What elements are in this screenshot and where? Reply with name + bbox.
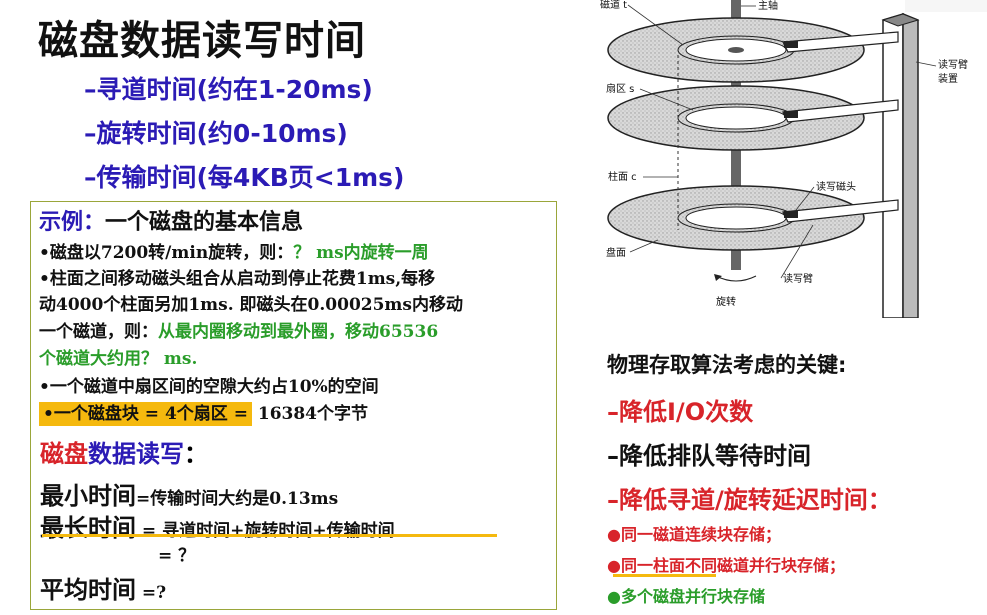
slide-corner-decoration (905, 0, 987, 12)
example-line-track: 一个磁道，则：从最内圈移动到最外圈，移动65536 (39, 322, 439, 342)
disk-structure-diagram: 磁道 t 主轴 扇区 s 读写臂 装置 柱面 c 读写磁头 盘面 读写臂 旋转 (600, 0, 968, 318)
key-item-queue: –降低排队等待时间 (607, 442, 811, 470)
key-considerations-heading: 物理存取算法考虑的关键: (607, 353, 847, 377)
max-time-line: 最长时间 = 寻道时间+旋转时间+传输时间 (40, 514, 395, 542)
key-item-io: –降低I/O次数 (607, 398, 754, 426)
max-time-eq: = ？ (158, 546, 196, 566)
seek-time-item: –寻道时间(约在1-20ms) (84, 75, 373, 104)
cylinder-underline (613, 574, 716, 577)
block-highlight: •一个磁盘块 = 4个扇区 = (39, 402, 252, 426)
svg-text:装置: 装置 (938, 72, 958, 85)
bullet-multi-disk: ●多个磁盘并行块存储 (607, 587, 765, 606)
svg-text:读写臂: 读写臂 (938, 58, 968, 71)
svg-text:盘面: 盘面 (606, 246, 626, 259)
transfer-time-item: –传输时间(每4KB页<1ms) (84, 163, 405, 192)
bullet-same-cylinder: ●同一柱面不同磁道并行块存储； (607, 556, 845, 575)
svg-text:旋转: 旋转 (716, 295, 736, 308)
svg-text:扇区 s: 扇区 s (606, 82, 634, 95)
example-line-track-2: 个磁道大约用？ ms. (39, 349, 198, 369)
min-time-line: 最小时间=传输时间大约是0.13ms (40, 482, 339, 510)
platter-top (607, 17, 865, 83)
example-line-cylinder-move-2: 动4000个柱面另加1ms. 即磁头在0.00025ms内移动 (39, 295, 463, 315)
arm-assembly (881, 12, 920, 318)
key-item-seek: –降低寻道/旋转延迟时间： (607, 486, 892, 514)
rotation-time-item: –旋转时间(约0-10ms) (84, 119, 348, 148)
page-title: 磁盘数据读写时间 (38, 18, 366, 64)
svg-text:读写臂: 读写臂 (783, 272, 813, 285)
example-line-rpm: •磁盘以7200转/min旋转，则：？ ms内旋转一周 (39, 243, 429, 263)
example-title: 示例：一个磁盘的基本信息 (39, 210, 304, 235)
avg-time-line: 平均时间 =? (40, 576, 167, 604)
svg-text:磁道 t: 磁道 t (600, 0, 627, 11)
max-time-underline (42, 534, 497, 537)
bullet-same-track: ●同一磁道连续块存储； (607, 525, 781, 544)
svg-text:读写磁头: 读写磁头 (816, 180, 856, 193)
example-line-gap: •一个磁道中扇区间的空隙大约占10%的空间 (39, 377, 379, 397)
example-line-cylinder-move: •柱面之间移动磁头组合从启动到停止花费1ms,每移 (39, 269, 436, 289)
svg-text:主轴: 主轴 (758, 0, 778, 12)
example-line-block: •一个磁盘块 = 4个扇区 = 16384个字节 (39, 399, 368, 426)
svg-text:柱面 c: 柱面 c (608, 170, 637, 183)
rw-title: 磁盘数据读写： (40, 440, 208, 468)
